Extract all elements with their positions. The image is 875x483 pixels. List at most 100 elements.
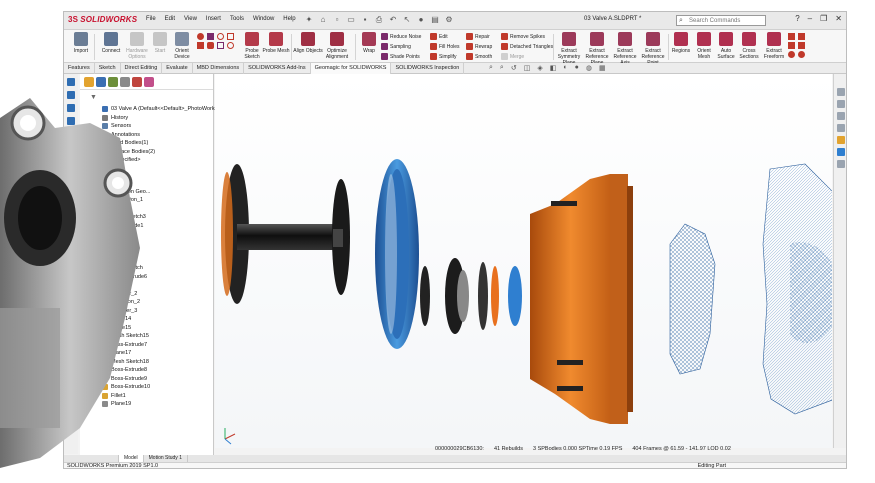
file-explorer-icon[interactable] (836, 112, 845, 120)
menu-file[interactable]: File (146, 16, 156, 22)
menu-tools[interactable]: Tools (230, 16, 244, 22)
minimize-icon[interactable]: – (808, 14, 812, 23)
optimize-alignment-button[interactable]: Optimize Alignment (320, 32, 354, 60)
surface-display-icon[interactable] (798, 33, 805, 40)
sampling-button[interactable]: Sampling (381, 42, 411, 51)
zoom-to-fit-icon[interactable]: ⌕ (489, 64, 493, 72)
tab-direct-editing[interactable]: Direct Editing (121, 63, 163, 74)
fill-holes-button[interactable]: Fill Holes (430, 42, 460, 51)
menu-window[interactable]: Window (253, 16, 274, 22)
connect-button[interactable]: Connect (96, 32, 126, 54)
tab-geomagic[interactable]: Geomagic for SOLIDWORKS (310, 63, 392, 74)
menu-help[interactable]: Help (283, 16, 295, 22)
circle-tool-icon[interactable] (197, 33, 204, 40)
select-icon[interactable]: ↖ (402, 15, 412, 25)
extract-freeform-button[interactable]: Extract Freeform (761, 32, 787, 60)
new-icon[interactable]: ▫ (332, 15, 342, 25)
previous-view-icon[interactable]: ↺ (511, 64, 517, 72)
property-manager-tab-icon[interactable] (96, 77, 106, 87)
view-orientation-icon[interactable]: ◈ (537, 64, 542, 72)
orient-device-button[interactable]: Orient Device (170, 32, 194, 60)
auto-surface-button[interactable]: Auto Surface (715, 32, 737, 60)
close-icon[interactable]: ✕ (835, 14, 842, 23)
view-settings-icon[interactable]: ▦ (599, 64, 606, 72)
tab-sketch[interactable]: Sketch (95, 63, 121, 74)
probe-mesh-button[interactable]: Probe Mesh (261, 32, 291, 54)
zoom-area-icon[interactable]: ⌕ (500, 64, 504, 72)
blue-seal-ring[interactable] (375, 159, 419, 349)
appearance-tab-icon[interactable] (144, 77, 154, 87)
compressor-disc[interactable] (332, 179, 350, 295)
file-properties-icon[interactable]: ▤ (430, 15, 440, 25)
polygon-tool-icon[interactable] (227, 33, 234, 40)
compressor-mesh-scan[interactable] (669, 223, 716, 375)
sphere-display-icon[interactable] (788, 51, 795, 58)
save-icon[interactable]: ▪ (360, 15, 370, 25)
plane-tool-icon[interactable] (217, 42, 224, 49)
cross-sections-button[interactable]: Cross Sections (737, 32, 761, 60)
rebuild-icon[interactable]: ● (416, 15, 426, 25)
color-display-icon[interactable] (798, 51, 805, 58)
bearing-rings[interactable] (420, 258, 522, 334)
restore-icon[interactable]: ❐ (820, 14, 827, 23)
extract-reference-axis-button[interactable]: Extract Reference Axis (611, 32, 639, 66)
box-tool-icon[interactable] (197, 42, 204, 49)
appearances-icon[interactable] (836, 136, 845, 144)
rectangle-tool-icon[interactable] (207, 33, 214, 40)
extract-reference-point-button[interactable]: Extract Reference Point (639, 32, 667, 66)
sphere-tool-icon[interactable] (227, 42, 234, 49)
tab-solidworks-inspection[interactable]: SOLIDWORKS Inspection (391, 63, 465, 74)
hide-show-icon[interactable]: ◐ (563, 64, 567, 72)
forum-icon[interactable] (836, 160, 845, 168)
home-icon[interactable]: ⌂ (318, 15, 328, 25)
display-style-icon[interactable]: ◧ (550, 64, 557, 72)
orange-bearing-housing[interactable] (530, 174, 633, 424)
housing-mesh-scan[interactable] (762, 163, 846, 415)
extract-symmetry-plane-button[interactable]: Extract Symmetry Plane (555, 32, 583, 66)
resources-icon[interactable] (836, 88, 845, 96)
display-manager-tab-icon[interactable] (132, 77, 142, 87)
rotate-icon[interactable] (67, 78, 75, 86)
rewrap-button[interactable]: Rewrap (466, 42, 492, 51)
start-button[interactable]: Start (150, 32, 170, 54)
detached-triangles-button[interactable]: Detached Triangles (501, 42, 553, 51)
edit-appearance-icon[interactable]: ● (575, 64, 579, 72)
smooth-button[interactable]: Smooth (466, 52, 492, 61)
tab-solidworks-add-ins[interactable]: SOLIDWORKS Add-Ins (244, 63, 311, 74)
merge-button[interactable]: Merge (501, 52, 524, 61)
menu-edit[interactable]: Edit (165, 16, 175, 22)
help-icon[interactable]: ? (795, 14, 799, 23)
extract-reference-plane-button[interactable]: Extract Reference Plane (583, 32, 611, 66)
print-icon[interactable]: ⎙ (374, 15, 384, 25)
edit-button[interactable]: Edit (430, 32, 448, 41)
curvature-display-icon[interactable] (798, 42, 805, 49)
align-objects-button[interactable]: Align Objects (293, 32, 323, 54)
repair-button[interactable]: Repair (466, 32, 490, 41)
configuration-tab-icon[interactable] (108, 77, 118, 87)
cylinder-tool-icon[interactable] (207, 42, 214, 49)
tab-evaluate[interactable]: Evaluate (162, 63, 193, 74)
section-view-icon[interactable]: ◫ (524, 64, 531, 72)
point-display-icon[interactable] (788, 42, 795, 49)
import-button[interactable]: Import (66, 32, 96, 54)
shade-points-button[interactable]: Shade Points (381, 52, 420, 61)
options-icon[interactable]: ⚙ (444, 15, 454, 25)
tab-features[interactable]: Features (64, 63, 95, 74)
mesh-display-icon[interactable] (788, 33, 795, 40)
open-icon[interactable]: ▭ (346, 15, 356, 25)
custom-properties-icon[interactable] (836, 148, 845, 156)
design-library-icon[interactable] (836, 100, 845, 108)
ellipse-tool-icon[interactable] (217, 33, 224, 40)
remove-spikes-button[interactable]: Remove Spikes (501, 32, 545, 41)
apply-scene-icon[interactable]: ◍ (586, 64, 592, 72)
graphics-viewport[interactable] (215, 74, 846, 448)
menu-insert[interactable]: Insert (206, 16, 221, 22)
tab-mbd-dimensions[interactable]: MBD Dimensions (193, 63, 245, 74)
pin-icon[interactable]: ✦ (304, 15, 314, 25)
view-palette-icon[interactable] (836, 124, 845, 132)
hardware-options-button[interactable]: Hardware Options (124, 32, 150, 60)
reduce-noise-button[interactable]: Reduce Noise (381, 32, 421, 41)
dimxpert-tab-icon[interactable] (120, 77, 130, 87)
undo-icon[interactable]: ↶ (388, 15, 398, 25)
feature-tree-tab-icon[interactable] (84, 77, 94, 87)
